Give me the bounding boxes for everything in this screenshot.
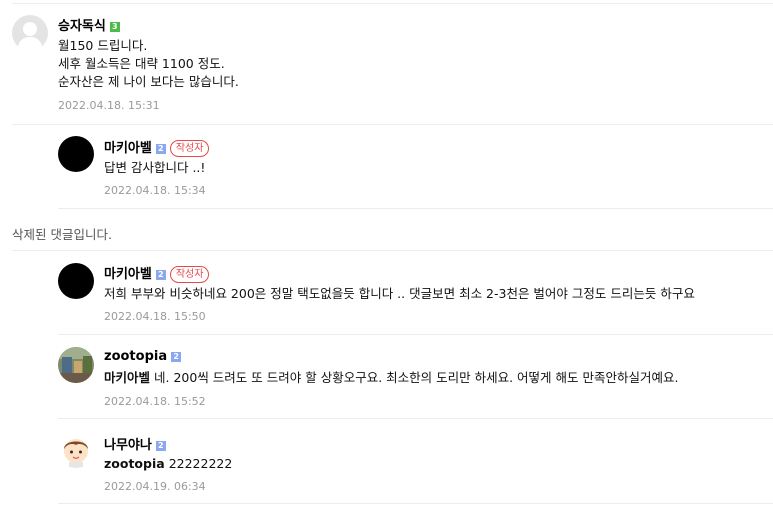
comment-date: 2022.04.19. 06:34 [104,480,206,493]
author-badge: 작성자 [169,266,210,283]
reply-item: 마키아벨 2 작성자 답변 감사합니다 ..! 2022.04.18. 15:34 [0,124,773,208]
black-avatar[interactable] [58,136,94,172]
comment-date: 2022.04.18. 15:52 [104,395,206,408]
reply-item: 마키아벨 2 작성자 저희 부부와 비슷하네요 200은 정말 택도없을듯 합니다 … [0,250,773,334]
author-badge: 작성자 [169,140,210,157]
comment-date: 2022.04.18. 15:50 [104,310,206,323]
deleted-comment-text: 삭제된 댓글입니다. [12,227,112,242]
cartoon-boy-avatar-icon [58,432,94,468]
default-profile-icon [12,15,48,51]
reply-item: 나무야나 2 zootopia 22222222 2022.04.19. 06:34 [0,418,773,502]
divider [58,503,773,504]
level-badge-icon: 2 [155,441,166,451]
comment-text: 저희 부부와 비슷하네요 200은 정말 택도없을듯 합니다 .. 댓글보면 최… [104,286,695,301]
level-badge-icon: 2 [155,270,166,280]
comment-text: zootopia 22222222 [104,456,233,471]
character-avatar[interactable] [58,432,94,468]
comment-date: 2022.04.18. 15:31 [58,99,160,112]
photo-avatar-icon [58,347,94,383]
comment-text: 월150 드립니다. 세후 월소득은 대략 1100 정도. 순자산은 제 나이… [58,38,239,89]
comment-text: 마키아벨 네. 200씩 드려도 또 드려야 할 상황오구요. 최소한의 도리만 … [104,370,679,385]
reply-item: zootopia 2 마키아벨 네. 200씩 드려도 또 드려야 할 상황오구요.… [0,334,773,418]
profile-photo-avatar[interactable] [58,347,94,383]
level-badge-icon: 3 [109,22,120,32]
divider [58,208,773,209]
comment-nickname[interactable]: 마키아벨 2 작성자 [104,263,210,283]
comment-text: 답변 감사합니다 ..! [104,160,206,175]
comment-date: 2022.04.18. 15:34 [104,184,206,197]
comment-nickname[interactable]: 나무야나 2 [104,434,166,453]
mention-link[interactable]: 마키아벨 [104,370,150,385]
comment-item: 승자독식 3 월150 드립니다. 세후 월소득은 대략 1100 정도. 순자산… [0,0,773,124]
comment-nickname[interactable]: 승자독식 3 [58,15,120,34]
black-avatar[interactable] [58,263,94,299]
comment-nickname[interactable]: zootopia 2 [104,349,182,364]
default-avatar[interactable] [12,15,48,51]
comment-nickname[interactable]: 마키아벨 2 작성자 [104,137,210,157]
level-badge-icon: 2 [171,352,182,362]
level-badge-icon: 2 [155,144,166,154]
mention-link[interactable]: zootopia [104,456,165,471]
